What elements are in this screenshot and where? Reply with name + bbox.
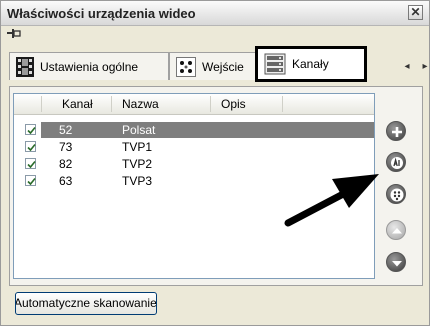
annotation-arrow-icon: [284, 174, 379, 227]
dialog-window: Właściwości urządzenia wideo ✕ Ustawieni…: [0, 0, 430, 326]
auto-scan-button[interactable]: Automatyczne skanowanie: [15, 292, 157, 315]
auto-scan-button-label: Automatyczne skanowanie: [15, 296, 157, 310]
